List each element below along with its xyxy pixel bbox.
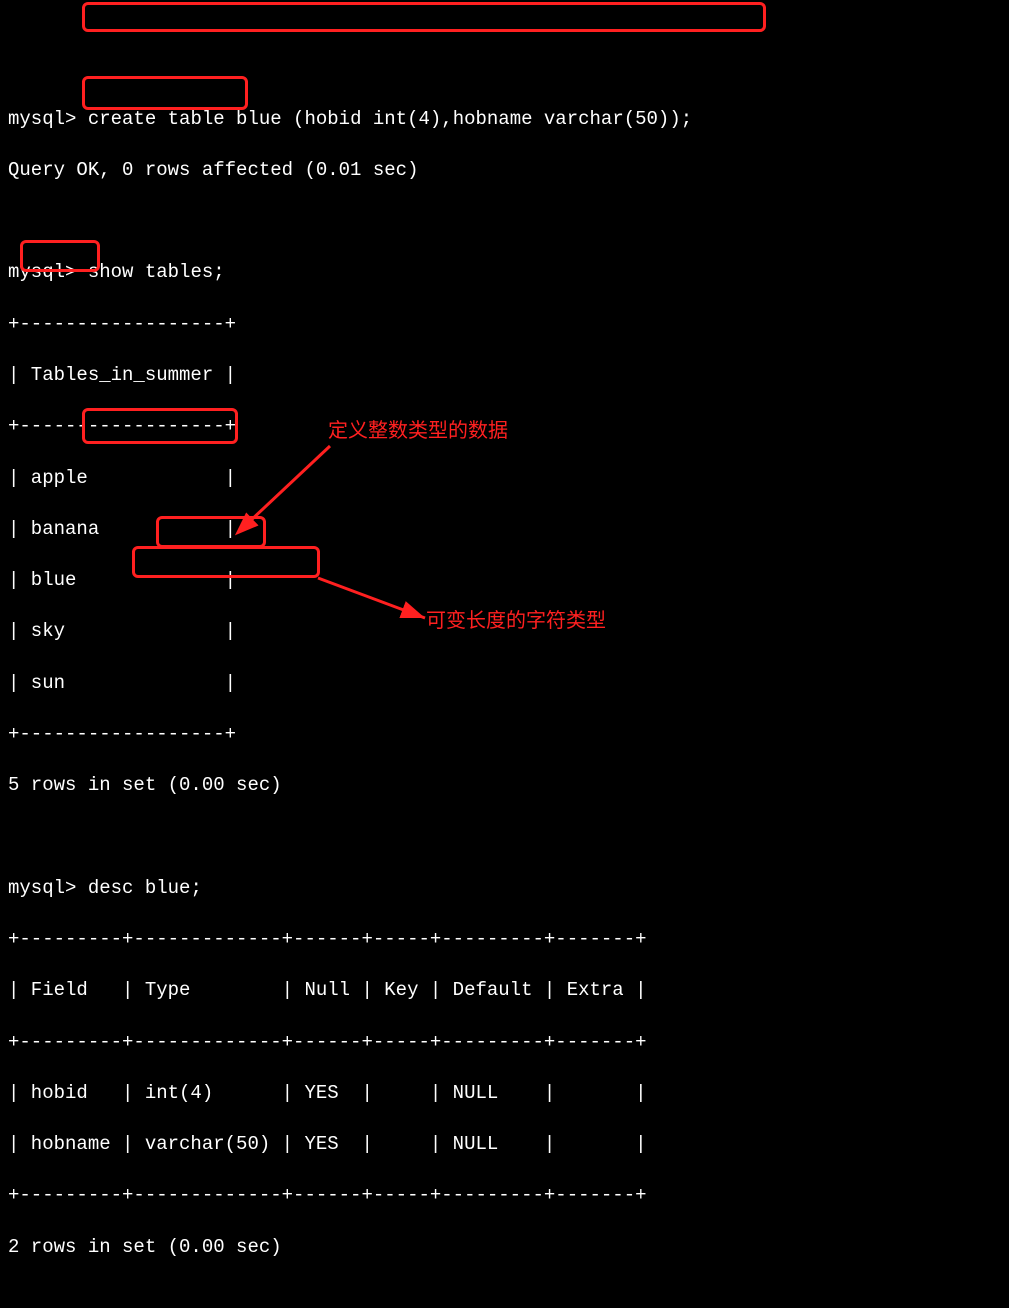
row-count: 5 rows in set (0.00 sec): [8, 773, 1001, 799]
table-header: | Field | Type | Null | Key | Default | …: [8, 978, 1001, 1004]
table-border: +------------------+: [8, 312, 1001, 338]
command-desc-blue: desc blue;: [88, 877, 202, 899]
table-row: | blue |: [8, 568, 1001, 594]
table-row: | sun |: [8, 671, 1001, 697]
prompt: mysql>: [8, 877, 88, 899]
table-border: +------------------+: [8, 722, 1001, 748]
terminal-line: mysql> desc blue;: [8, 876, 1001, 902]
prompt: mysql>: [8, 261, 88, 283]
query-response: Query OK, 0 rows affected (0.01 sec): [8, 158, 1001, 184]
command-create-table: create table blue (hobid int(4),hobname …: [88, 108, 692, 130]
terminal-line: mysql> show tables;: [8, 260, 1001, 286]
table-row: | hobid | int(4) | YES | | NULL | |: [8, 1081, 1001, 1107]
highlight-box-create-table: [82, 2, 766, 32]
table-row: | apple |: [8, 466, 1001, 492]
command-show-tables: show tables;: [88, 261, 225, 283]
table-border: +---------+-------------+------+-----+--…: [8, 1030, 1001, 1056]
blank-line: [8, 209, 1001, 235]
annotation-int-type: 定义整数类型的数据: [328, 418, 508, 445]
prompt: mysql>: [8, 108, 88, 130]
table-row: | banana |: [8, 517, 1001, 543]
table-header: | Tables_in_summer |: [8, 363, 1001, 389]
table-border: +---------+-------------+------+-----+--…: [8, 927, 1001, 953]
highlight-box-show-tables: [82, 76, 248, 110]
table-row: | hobname | varchar(50) | YES | | NULL |…: [8, 1132, 1001, 1158]
annotation-varchar-type: 可变长度的字符类型: [426, 608, 606, 635]
blank-line: [8, 825, 1001, 851]
row-count: 2 rows in set (0.00 sec): [8, 1235, 1001, 1261]
terminal-line: mysql> create table blue (hobid int(4),h…: [8, 107, 1001, 133]
table-border: +---------+-------------+------+-----+--…: [8, 1183, 1001, 1209]
